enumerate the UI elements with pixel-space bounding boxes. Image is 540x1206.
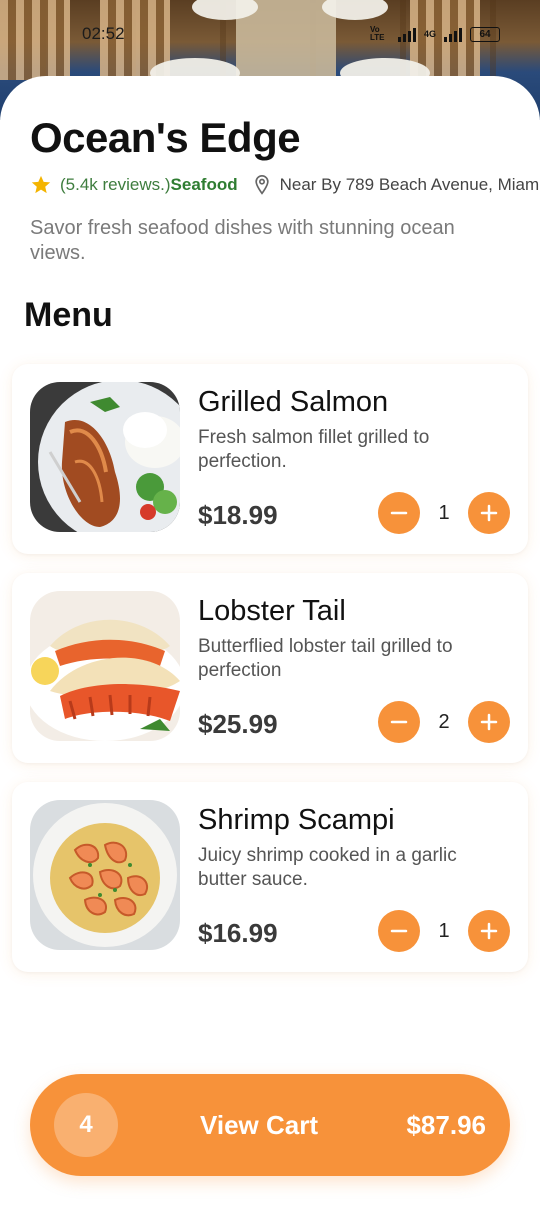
star-icon bbox=[31, 175, 51, 194]
restaurant-description: Savor fresh seafood dishes with stunning… bbox=[30, 217, 455, 264]
item-quantity: 1 bbox=[438, 920, 450, 942]
menu-title: Menu bbox=[24, 296, 113, 334]
status-bar: 02:52 Vo LTE 4G 64 bbox=[0, 22, 540, 48]
status-icons: Vo LTE 4G 64 bbox=[370, 26, 500, 42]
restaurant-name: Ocean's Edge bbox=[30, 114, 301, 161]
decrease-quantity-button[interactable] bbox=[378, 910, 420, 952]
menu-item-card[interactable]: Lobster Tail Butterflied lobster tail gr… bbox=[12, 573, 528, 763]
minus-icon bbox=[390, 720, 408, 724]
status-time: 02:52 bbox=[82, 24, 125, 43]
reviews-count[interactable]: (5.4k reviews.) bbox=[60, 175, 171, 195]
decrease-quantity-button[interactable] bbox=[378, 701, 420, 743]
item-name: Grilled Salmon bbox=[198, 386, 389, 418]
item-name: Lobster Tail bbox=[198, 595, 346, 627]
cart-count-badge: 4 bbox=[54, 1093, 118, 1157]
item-price: $25.99 bbox=[198, 709, 278, 739]
item-price: $16.99 bbox=[198, 918, 278, 948]
menu-item-card[interactable]: Shrimp Scampi Juicy shrimp cooked in a g… bbox=[12, 782, 528, 972]
grilled-salmon-photo bbox=[30, 382, 180, 532]
cart-total: $87.96 bbox=[406, 1110, 486, 1140]
item-quantity: 2 bbox=[438, 711, 450, 733]
decrease-quantity-button[interactable] bbox=[378, 492, 420, 534]
minus-icon bbox=[390, 511, 408, 515]
plus-icon bbox=[480, 922, 498, 940]
lobster-tail-photo bbox=[30, 591, 180, 741]
item-price: $18.99 bbox=[198, 500, 278, 530]
item-quantity: 1 bbox=[438, 502, 450, 524]
minus-icon bbox=[390, 929, 408, 933]
category-label: Seafood bbox=[170, 175, 238, 194]
location-pin-icon bbox=[254, 174, 269, 195]
menu-item-card[interactable]: Grilled Salmon Fresh salmon fillet grill… bbox=[12, 364, 528, 554]
shrimp-scampi-photo bbox=[30, 800, 180, 950]
increase-quantity-button[interactable] bbox=[468, 701, 510, 743]
plus-icon bbox=[480, 713, 498, 731]
signal-icon bbox=[397, 26, 416, 42]
network-type-label: 4G bbox=[423, 29, 436, 39]
item-description: Fresh salmon fillet grilled to perfectio… bbox=[198, 427, 430, 472]
restaurant-meta: (5.4k reviews.) Seafood Near By 789 Beac… bbox=[30, 172, 540, 198]
increase-quantity-button[interactable] bbox=[468, 492, 510, 534]
view-cart-button[interactable]: 4 View Cart $87.96 bbox=[30, 1074, 510, 1176]
volte-label: Vo LTE bbox=[369, 25, 385, 42]
increase-quantity-button[interactable] bbox=[468, 910, 510, 952]
item-name: Shrimp Scampi bbox=[198, 804, 395, 836]
item-description: Juicy shrimp cooked in a garlic butter s… bbox=[198, 845, 457, 890]
restaurant-address: Near By 789 Beach Avenue, Miami bbox=[279, 175, 540, 194]
view-cart-label: View Cart bbox=[200, 1110, 319, 1140]
battery-icon: 64 bbox=[470, 26, 500, 42]
battery-level: 64 bbox=[479, 28, 491, 40]
plus-icon bbox=[480, 504, 498, 522]
signal-icon-2 bbox=[444, 26, 462, 42]
item-description: Butterflied lobster tail grilled to perf… bbox=[198, 636, 453, 681]
